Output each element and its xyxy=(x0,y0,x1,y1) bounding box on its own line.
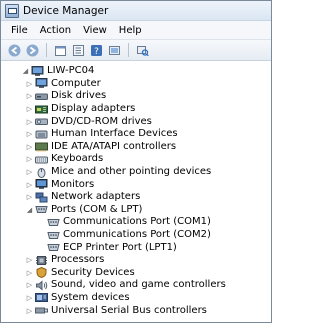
tree-category[interactable]: ▷ Human Interface Devices xyxy=(1,128,271,141)
tree-category[interactable]: ▷ Monitors xyxy=(1,178,271,191)
properties-icon[interactable] xyxy=(53,43,68,58)
expand-icon[interactable]: ▷ xyxy=(25,292,34,304)
tree-category[interactable]: ▷ Display adapters xyxy=(1,103,271,116)
menu-action[interactable]: Action xyxy=(34,25,77,36)
toolbar-separator xyxy=(128,43,129,57)
expand-icon[interactable]: ▷ xyxy=(25,279,34,291)
hid-icon xyxy=(35,128,48,140)
tree-category[interactable]: ▷ Keyboards xyxy=(1,153,271,166)
tree-category-label: IDE ATA/ATAPI controllers xyxy=(51,140,177,152)
tree-category-label: Computer xyxy=(51,77,101,89)
tree-category[interactable]: ▷ Mice and other pointing devices xyxy=(1,166,271,179)
tree-device-label: Communications Port (COM1) xyxy=(63,216,211,228)
tree-category[interactable]: ▷ IDE ATA/ATAPI controllers xyxy=(1,141,271,154)
port-device-icon xyxy=(47,229,60,241)
expand-icon[interactable]: ▷ xyxy=(25,191,34,203)
tree-device-label: Communications Port (COM2) xyxy=(63,229,211,241)
expand-icon[interactable]: ▷ xyxy=(25,78,34,90)
tree-category-label: Monitors xyxy=(51,178,95,190)
tree-category[interactable]: ▷ Disk drives xyxy=(1,90,271,103)
menu-bar: File Action View Help xyxy=(1,21,271,40)
expand-icon[interactable]: ▷ xyxy=(25,103,34,115)
tree-category[interactable]: ▷ Universal Serial Bus controllers xyxy=(1,304,271,317)
tree-device-label: ECP Printer Port (LPT1) xyxy=(63,241,177,253)
tree-category-label: Display adapters xyxy=(51,103,136,115)
tree-device[interactable]: Communications Port (COM1) xyxy=(1,216,271,229)
network-adapter-icon xyxy=(35,191,48,203)
tree-root-label: LIW-PC04 xyxy=(47,65,95,77)
disk-drive-icon xyxy=(35,90,48,102)
display-adapter-icon xyxy=(35,103,48,115)
tree-category[interactable]: ▷ Computer xyxy=(1,78,271,91)
port-device-icon xyxy=(47,242,60,254)
menu-file[interactable]: File xyxy=(5,25,34,36)
expand-icon[interactable]: ▷ xyxy=(25,267,34,279)
svg-text:?: ? xyxy=(94,47,99,57)
tree-category-label: Universal Serial Bus controllers xyxy=(51,304,207,316)
tree-category[interactable]: ▷ Sound, video and game controllers xyxy=(1,279,271,292)
collapse-icon[interactable]: ◢ xyxy=(21,65,30,77)
processor-icon xyxy=(35,254,48,266)
scan-hardware-icon[interactable] xyxy=(135,43,150,58)
update-driver-icon[interactable] xyxy=(107,43,122,58)
tree-category-label: System devices xyxy=(51,291,130,303)
help-icon[interactable]: ? xyxy=(89,43,104,58)
title-bar[interactable]: Device Manager xyxy=(1,1,271,21)
expand-icon[interactable]: ▷ xyxy=(25,305,34,317)
keyboard-icon xyxy=(35,153,48,165)
tree-root[interactable]: ◢ LIW-PC04 xyxy=(1,65,271,78)
tree-category-label: Ports (COM & LPT) xyxy=(51,203,143,215)
tree-category-label: Human Interface Devices xyxy=(51,128,178,140)
mouse-icon xyxy=(35,166,48,178)
tree-category-label: Disk drives xyxy=(51,90,107,102)
back-icon[interactable] xyxy=(7,43,22,58)
computer-icon xyxy=(31,65,44,77)
expand-icon[interactable]: ▷ xyxy=(25,116,34,128)
expand-icon[interactable]: ▷ xyxy=(25,166,34,178)
tree-category-label: Network adapters xyxy=(51,191,141,203)
forward-icon[interactable] xyxy=(25,43,40,58)
expand-icon[interactable]: ▷ xyxy=(25,254,34,266)
device-tree: ◢ LIW-PC04 ▷ Computer ▷ Disk drives ▷ Display… xyxy=(1,62,271,322)
expand-icon[interactable]: ▷ xyxy=(25,128,34,140)
tree-category-label: Security Devices xyxy=(51,266,135,278)
security-icon xyxy=(35,267,48,279)
tree-category[interactable]: ◢ Ports (COM & LPT) xyxy=(1,204,271,217)
sound-icon xyxy=(35,279,48,291)
expand-icon[interactable]: ▷ xyxy=(25,179,34,191)
expand-icon[interactable]: ▷ xyxy=(25,90,34,102)
expand-icon[interactable]: ▷ xyxy=(25,141,34,153)
tree-device[interactable]: ECP Printer Port (LPT1) xyxy=(1,241,271,254)
tree-category[interactable]: ▷ System devices xyxy=(1,292,271,305)
collapse-icon[interactable]: ◢ xyxy=(25,204,34,216)
monitor-icon xyxy=(35,179,48,191)
port-icon xyxy=(35,204,48,216)
tree-category-label: Keyboards xyxy=(51,153,104,165)
device-manager-icon xyxy=(5,3,19,18)
tree-category[interactable]: ▷ DVD/CD-ROM drives xyxy=(1,115,271,128)
menu-view[interactable]: View xyxy=(77,25,113,36)
system-device-icon xyxy=(35,292,48,304)
window-title: Device Manager xyxy=(23,4,109,17)
tree-device[interactable]: Communications Port (COM2) xyxy=(1,229,271,242)
port-device-icon xyxy=(47,216,60,228)
expand-icon[interactable]: ▷ xyxy=(25,153,34,165)
tree-category-label: DVD/CD-ROM drives xyxy=(51,115,152,127)
ide-controller-icon xyxy=(35,141,48,153)
computer-icon xyxy=(35,78,48,90)
tree-category-label: Mice and other pointing devices xyxy=(51,166,212,178)
device-manager-window: Device Manager File Action View Help ? ◢… xyxy=(0,0,272,323)
tree-icon[interactable] xyxy=(71,43,86,58)
tree-category[interactable]: ▷ Security Devices xyxy=(1,267,271,280)
toolbar: ? xyxy=(1,40,271,61)
tree-category-label: Processors xyxy=(51,254,105,266)
tree-category[interactable]: ▷ Network adapters xyxy=(1,191,271,204)
tree-category[interactable]: ▷ Processors xyxy=(1,254,271,267)
toolbar-separator xyxy=(46,43,47,57)
dvd-drive-icon xyxy=(35,116,48,128)
tree-category-label: Sound, video and game controllers xyxy=(51,279,226,291)
menu-help[interactable]: Help xyxy=(113,25,148,36)
usb-icon xyxy=(35,305,48,317)
